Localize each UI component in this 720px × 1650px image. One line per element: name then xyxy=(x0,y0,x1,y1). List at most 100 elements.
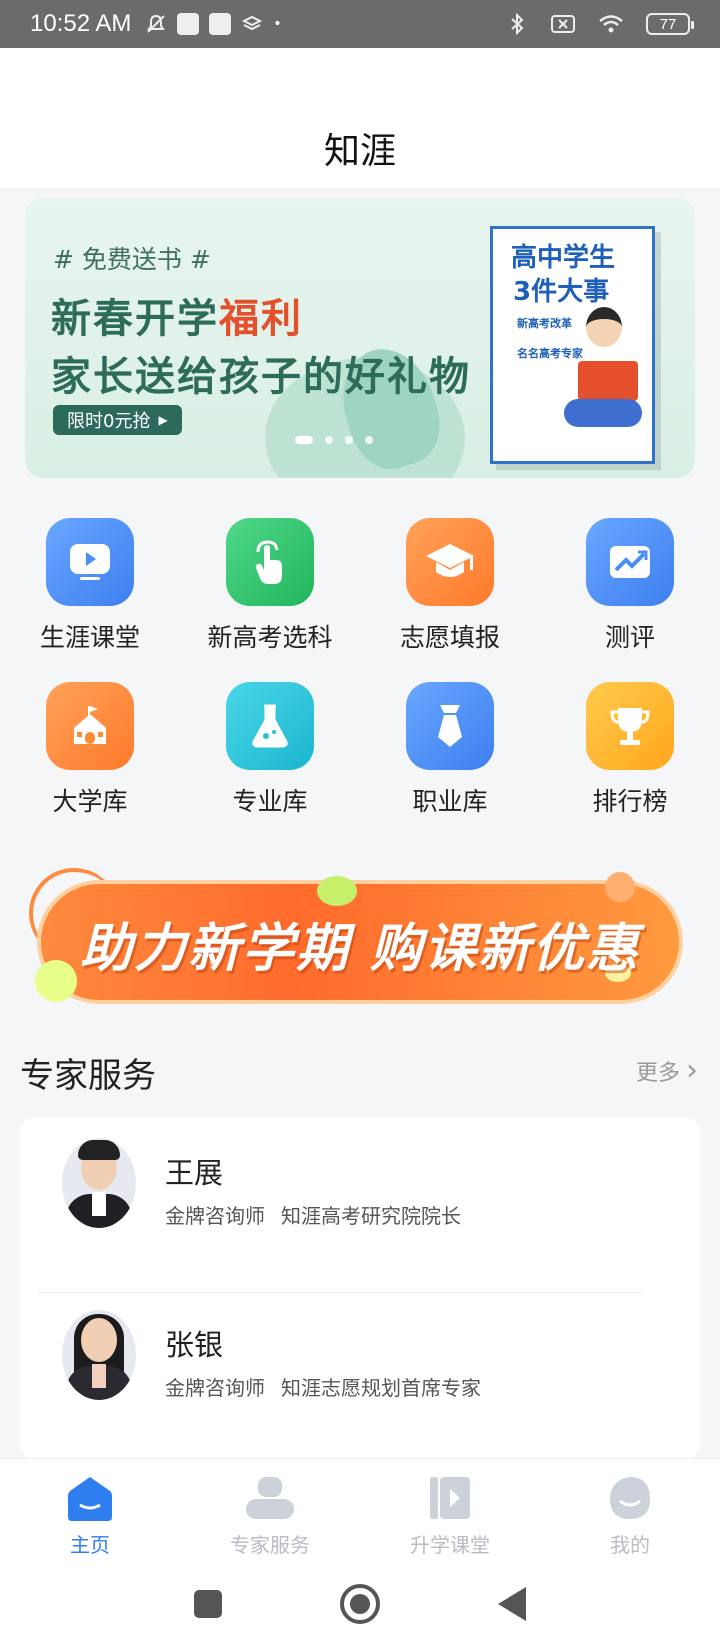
profile-face-icon xyxy=(610,1477,650,1519)
banner-cta-label: 限时0元抢 xyxy=(67,411,151,432)
battery-icon: 77 xyxy=(646,13,694,35)
layers-icon xyxy=(242,15,263,31)
back-button[interactable] xyxy=(498,1587,526,1621)
banner-headline-2: 家长送给孩子的好礼物 xyxy=(51,354,471,400)
book-title-line-2: 3件大事 xyxy=(513,277,610,307)
grid-item-label: 专业库 xyxy=(232,787,308,816)
grid-item-label: 测评 xyxy=(604,623,655,652)
expert-level: 金牌咨询师 xyxy=(165,1376,265,1400)
decorative-bubble xyxy=(605,872,635,902)
trend-chart-icon xyxy=(586,518,674,606)
expert-name: 张银 xyxy=(165,1328,224,1362)
expert-level: 金牌咨询师 xyxy=(165,1204,265,1228)
tab-label: 升学课堂 xyxy=(410,1533,490,1557)
grid-item-career-class[interactable]: 生涯课堂 xyxy=(0,518,180,654)
grid-item-label: 大学库 xyxy=(52,787,128,816)
carousel-indicator[interactable] xyxy=(295,436,373,444)
page-title: 知涯 xyxy=(323,131,396,172)
book-illustration-head xyxy=(586,307,622,347)
tab-home[interactable]: 主页 xyxy=(0,1459,180,1559)
tab-mine[interactable]: 我的 xyxy=(540,1459,720,1559)
feature-grid: 生涯课堂 新高考选科 志愿填报 测评 大学库 专业库 职业库 排行榜 xyxy=(0,510,720,830)
chevron-right-icon: › xyxy=(686,1053,698,1088)
person-icon xyxy=(246,1477,294,1519)
grid-item-label: 排行榜 xyxy=(592,787,668,816)
tab-label: 主页 xyxy=(70,1533,110,1557)
home-button[interactable] xyxy=(340,1584,380,1624)
carousel-dot[interactable] xyxy=(345,436,353,444)
expert-info: 金牌咨询师 知涯高考研究院院长 xyxy=(165,1200,461,1229)
tab-label: 专家服务 xyxy=(230,1533,310,1557)
section-title-experts: 专家服务 xyxy=(20,1056,156,1096)
graduation-cap-icon xyxy=(406,518,494,606)
home-circle-icon xyxy=(350,1594,370,1614)
mute-icon xyxy=(147,14,166,33)
decorative-bubble xyxy=(317,876,357,906)
book-illustration-body xyxy=(564,399,642,427)
play-screen-icon xyxy=(46,518,134,606)
book-cover-image: 高中学生 3件大事 新高考改革 名名高考专家 xyxy=(490,226,655,464)
grid-item-assessment[interactable]: 测评 xyxy=(540,518,720,654)
dot-icon: • xyxy=(273,16,282,32)
tie-icon xyxy=(406,682,494,770)
avatar-shirt xyxy=(92,1364,106,1388)
book-title-line-1: 高中学生 xyxy=(511,243,616,273)
grid-item-career-db[interactable]: 职业库 xyxy=(360,682,540,818)
expert-item[interactable]: 张银 金牌咨询师 知涯志愿规划首席专家 xyxy=(40,1290,680,1420)
expert-list-card: 王展 金牌咨询师 知涯高考研究院院长 张银 金牌咨询师 知涯志愿规划首席专家 xyxy=(20,1118,700,1458)
avatar-hair xyxy=(78,1140,120,1160)
bluetooth-icon xyxy=(511,13,524,35)
carousel-dot[interactable] xyxy=(295,436,313,444)
banner-headline-highlight: 福利 xyxy=(219,296,303,342)
play-triangle-icon: ▶ xyxy=(158,413,168,427)
grid-item-label: 新高考选科 xyxy=(207,623,333,652)
avatar-shirt xyxy=(92,1192,106,1216)
avatar xyxy=(62,1310,136,1400)
grid-item-label: 志愿填报 xyxy=(399,623,500,652)
banner-headline-1: 新春开学福利 xyxy=(51,286,303,344)
no-sim-icon xyxy=(551,15,575,33)
home-icon xyxy=(68,1477,112,1521)
avatar-face xyxy=(81,1318,117,1362)
trophy-icon xyxy=(586,682,674,770)
promo-text: 助力新学期 购课新优惠 xyxy=(79,919,641,979)
system-nav-bar xyxy=(0,1558,720,1650)
expert-title: 知涯高考研究院院长 xyxy=(281,1204,461,1228)
grid-item-application[interactable]: 志愿填报 xyxy=(360,518,540,654)
school-building-icon xyxy=(46,682,134,770)
bottom-tab-bar: 主页 专家服务 升学课堂 我的 xyxy=(0,1458,720,1558)
tab-label: 我的 xyxy=(610,1533,650,1557)
wifi-icon xyxy=(599,15,623,33)
carousel-dot[interactable] xyxy=(325,436,333,444)
banner-headline-prefix: 新春开学 xyxy=(51,296,219,342)
more-experts-link[interactable]: 更多 › xyxy=(636,1055,698,1087)
grid-item-label: 生涯课堂 xyxy=(39,623,140,652)
grid-item-major-db[interactable]: 专业库 xyxy=(180,682,360,818)
status-bar: 10:52 AM • 77 xyxy=(0,0,720,48)
recent-apps-button[interactable] xyxy=(194,1590,222,1618)
status-time: 10:52 AM xyxy=(30,10,132,37)
promo-banner-carousel[interactable]: # 免费送书 # 新春开学福利 家长送给孩子的好礼物 限时0元抢 ▶ 高中学生 3… xyxy=(25,198,695,478)
grid-item-university-db[interactable]: 大学库 xyxy=(0,682,180,818)
promo-strip-banner[interactable]: 助力新学期 购课新优惠 xyxy=(25,868,695,1016)
banner-tag: # 免费送书 # xyxy=(53,245,211,274)
book-subtitle-1: 新高考改革 xyxy=(517,317,572,330)
video-course-icon xyxy=(430,1477,470,1519)
grid-item-subject-selection[interactable]: 新高考选科 xyxy=(180,518,360,654)
expert-name: 王展 xyxy=(165,1156,224,1190)
book-subtitle-2: 名名高考专家 xyxy=(517,347,583,360)
carousel-dot[interactable] xyxy=(365,436,373,444)
expert-item[interactable]: 王展 金牌咨询师 知涯高考研究院院长 xyxy=(40,1118,680,1248)
flask-icon xyxy=(226,682,314,770)
avatar xyxy=(62,1138,136,1228)
notification-square-icon xyxy=(209,13,232,35)
notification-square-icon xyxy=(177,13,200,35)
more-label: 更多 xyxy=(635,1061,680,1086)
tab-course[interactable]: 升学课堂 xyxy=(360,1459,540,1559)
grid-item-ranking[interactable]: 排行榜 xyxy=(540,682,720,818)
tab-expert-service[interactable]: 专家服务 xyxy=(180,1459,360,1559)
expert-info: 金牌咨询师 知涯志愿规划首席专家 xyxy=(165,1372,481,1401)
banner-cta-button[interactable]: 限时0元抢 ▶ xyxy=(53,405,182,435)
book-illustration-book xyxy=(578,361,638,401)
expert-title: 知涯志愿规划首席专家 xyxy=(281,1376,481,1400)
